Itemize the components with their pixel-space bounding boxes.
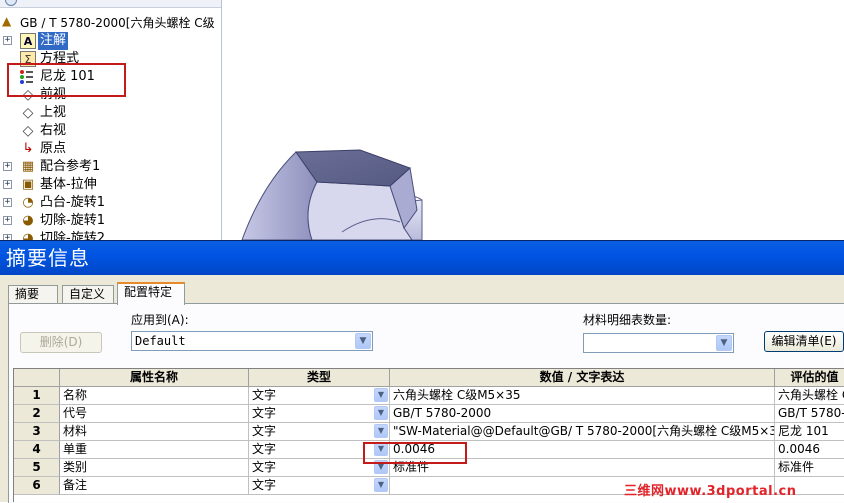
cell-type[interactable]: 文字 ▼	[249, 477, 390, 495]
chevron-down-icon[interactable]: ▼	[374, 424, 388, 438]
tree-item-label: 右视	[40, 123, 67, 138]
cell-type-value: 文字	[252, 478, 277, 492]
cell-evaluated-value: 标准件	[775, 459, 844, 477]
feature-manager-icon[interactable]	[5, 0, 17, 6]
part-icon: ▲	[2, 14, 12, 28]
chevron-down-icon[interactable]: ▼	[374, 388, 388, 402]
cell-property-name[interactable]: 类别	[60, 459, 249, 477]
cell-value[interactable]: 0.0046	[390, 441, 775, 459]
tree-item-label: 尼龙 101	[40, 69, 95, 84]
apply-to-select[interactable]: Default ▼	[131, 331, 373, 351]
cell-type[interactable]: 文字 ▼	[249, 459, 390, 477]
row-number[interactable]: 4	[14, 441, 60, 459]
tree-toolbar	[0, 0, 221, 8]
cell-type-value: 文字	[252, 442, 277, 456]
plane-icon: ◇	[22, 105, 34, 121]
chevron-down-icon[interactable]: ▼	[355, 333, 371, 349]
cell-type[interactable]: 文字 ▼	[249, 405, 390, 423]
origin-icon: ↳	[22, 141, 34, 156]
chevron-down-icon[interactable]: ▼	[374, 406, 388, 420]
tree-item-label: 上视	[40, 105, 67, 120]
header-property-name[interactable]: 属性名称	[60, 369, 249, 387]
header-evaluated-value[interactable]: 评估的值	[775, 369, 844, 387]
cell-value[interactable]: GB/T 5780-2000	[390, 405, 775, 423]
tab-summary[interactable]: 摘要	[8, 285, 58, 304]
bom-quantity-label: 材料明细表数量:	[583, 313, 672, 327]
tree-root-label[interactable]: GB / T 5780-2000[六角头螺栓 C级	[20, 14, 215, 31]
cell-value[interactable]: "SW-Material@@Default@GB/ T 5780-2000[六角…	[390, 423, 775, 441]
expand-icon[interactable]: +	[3, 216, 12, 225]
expand-icon[interactable]: +	[3, 162, 12, 171]
tree-item-label: 切除-旋转2	[40, 231, 105, 240]
dialog-title-bar[interactable]: 摘要信息	[0, 241, 844, 275]
apply-to-label: 应用到(A):	[131, 313, 189, 327]
delete-button[interactable]: 删除(D)	[20, 332, 102, 353]
expand-icon[interactable]: +	[3, 36, 12, 45]
cell-type-value: 文字	[252, 388, 277, 402]
cell-property-name[interactable]: 名称	[60, 387, 249, 405]
tree-item-label: 基体-拉伸	[40, 177, 97, 192]
row-number[interactable]: 5	[14, 459, 60, 477]
cell-type[interactable]: 文字 ▼	[249, 387, 390, 405]
graphics-viewport[interactable]	[222, 0, 844, 240]
tree-item-label: 前视	[40, 87, 67, 102]
cell-type-value: 文字	[252, 424, 277, 438]
revolve-cut-icon: ◕	[22, 213, 34, 228]
cell-type-value: 文字	[252, 460, 277, 474]
tree-item-label: 切除-旋转1	[40, 213, 105, 228]
chevron-down-icon[interactable]: ▼	[374, 442, 388, 456]
grid-corner	[14, 369, 60, 387]
tree-item-label: 方程式	[40, 51, 80, 66]
edit-list-button[interactable]: 编辑清单(E)	[764, 331, 844, 352]
revolve-cut-icon: ◕	[22, 231, 34, 240]
material-icon	[18, 69, 34, 85]
cell-evaluated-value: 尼龙 101	[775, 423, 844, 441]
chevron-down-icon[interactable]: ▼	[374, 478, 388, 492]
row-number[interactable]: 1	[14, 387, 60, 405]
cell-property-name[interactable]: 备注	[60, 477, 249, 495]
tree-item-label: 原点	[40, 141, 67, 156]
plane-icon: ◇	[22, 87, 34, 103]
expand-icon[interactable]: +	[3, 198, 12, 207]
cell-type-value: 文字	[252, 406, 277, 420]
apply-to-value: Default	[135, 334, 186, 348]
annotation-icon: A	[20, 33, 36, 49]
header-value[interactable]: 数值 / 文字表达	[390, 369, 775, 387]
row-number[interactable]: 3	[14, 423, 60, 441]
watermark: 三维网www.3dportal.cn	[624, 484, 797, 499]
cell-value[interactable]: 标准件	[390, 459, 775, 477]
mate-reference-icon: ▦	[21, 159, 35, 174]
extrude-icon: ▣	[21, 177, 35, 192]
tree-item-label: 配合参考1	[40, 159, 101, 174]
cell-value[interactable]: 六角头螺栓 C级M5×35	[390, 387, 775, 405]
cell-evaluated-value: 0.0046	[775, 441, 844, 459]
tree-item-label: 注解	[38, 32, 69, 50]
chevron-down-icon[interactable]: ▼	[374, 460, 388, 474]
expand-icon[interactable]: +	[3, 180, 12, 189]
header-type[interactable]: 类型	[249, 369, 390, 387]
cell-property-name[interactable]: 材料	[60, 423, 249, 441]
cell-property-name[interactable]: 单重	[60, 441, 249, 459]
chevron-down-icon[interactable]: ▼	[716, 335, 732, 351]
tree-item-label: 凸台-旋转1	[40, 195, 105, 210]
tab-configuration-specific[interactable]: 配置特定	[117, 282, 185, 305]
equation-icon: Σ	[20, 51, 36, 67]
row-number[interactable]: 2	[14, 405, 60, 423]
revolve-boss-icon: ◔	[22, 195, 34, 210]
bom-quantity-select[interactable]: ▼	[583, 333, 734, 353]
cell-evaluated-value: 六角头螺栓 C级M5	[775, 387, 844, 405]
cell-type[interactable]: 文字 ▼	[249, 441, 390, 459]
cell-evaluated-value: GB/T 5780-2000	[775, 405, 844, 423]
tab-custom[interactable]: 自定义	[62, 285, 114, 304]
cell-type[interactable]: 文字 ▼	[249, 423, 390, 441]
row-number[interactable]: 6	[14, 477, 60, 495]
feature-tree: ▲ GB / T 5780-2000[六角头螺栓 C级 + A 注解 Σ 方程式…	[0, 0, 222, 240]
bolt-model-render	[241, 149, 423, 240]
cell-property-name[interactable]: 代号	[60, 405, 249, 423]
plane-icon: ◇	[22, 123, 34, 139]
